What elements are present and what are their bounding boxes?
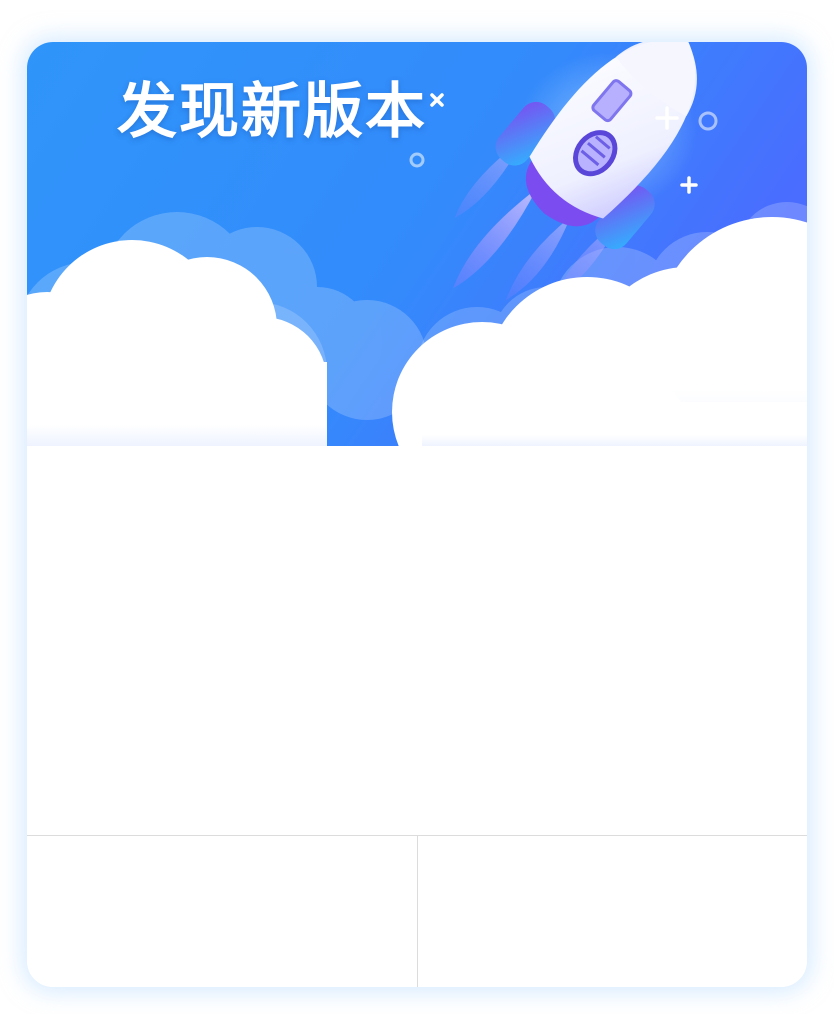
update-dialog: 发现新版本 [27, 42, 807, 987]
banner-illustration: 发现新版本 [27, 42, 807, 446]
update-button[interactable] [417, 836, 807, 987]
update-content [27, 446, 807, 835]
cancel-button[interactable] [27, 836, 418, 987]
screen: 发现新版本 [0, 0, 834, 1014]
update-banner: 发现新版本 [27, 42, 807, 446]
dialog-footer [27, 835, 807, 987]
dialog-title: 发现新版本 [117, 77, 427, 147]
